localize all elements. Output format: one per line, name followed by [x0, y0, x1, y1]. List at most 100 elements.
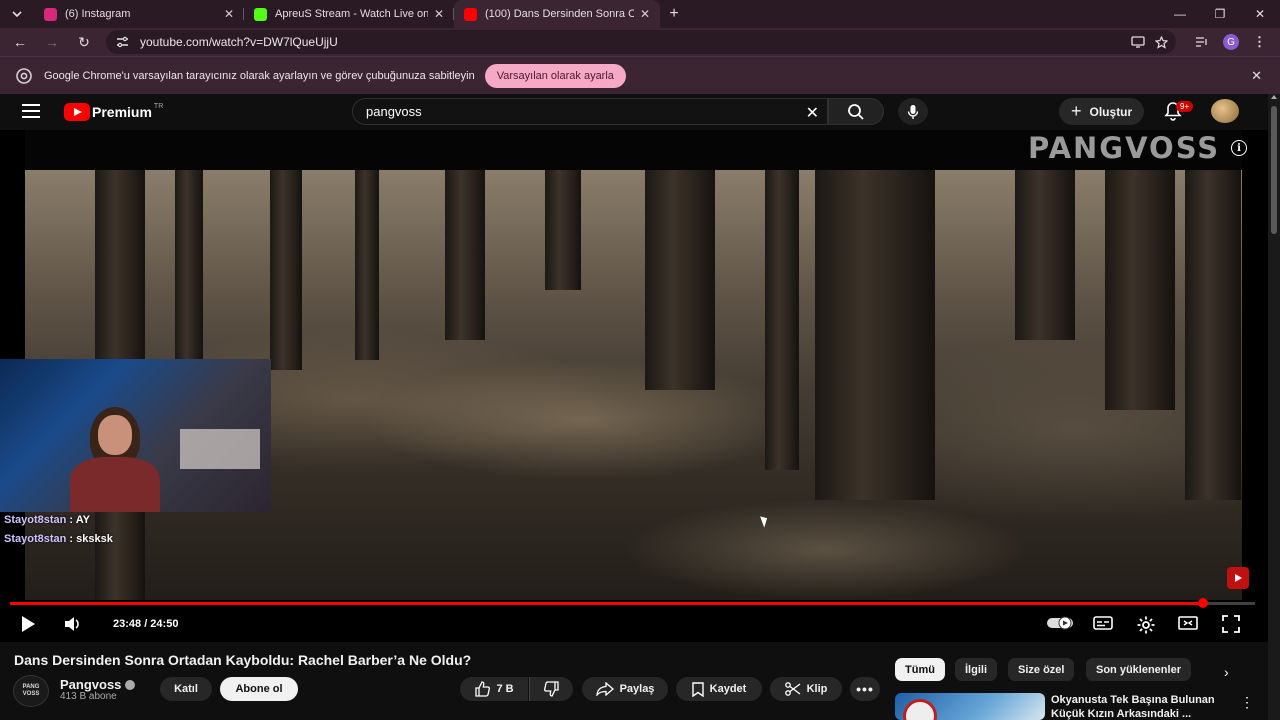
subtitles-button[interactable] — [1093, 615, 1113, 631]
clip-button[interactable]: Klip — [770, 677, 842, 701]
more-actions-button[interactable]: ••• — [850, 677, 880, 701]
media-controls-icon[interactable] — [1195, 36, 1209, 48]
close-icon[interactable]: ✕ — [224, 7, 234, 21]
search-input[interactable]: pangvoss ✕ — [352, 98, 828, 125]
set-default-button[interactable]: Varsayılan olarak ayarla — [484, 63, 626, 88]
dislike-button[interactable] — [529, 677, 573, 701]
chip-recently-uploaded[interactable]: Son yüklenenler — [1086, 658, 1191, 681]
logo-region: TR — [153, 102, 164, 110]
tab-instagram[interactable]: (6) Instagram ✕ — [34, 0, 244, 28]
youtube-icon — [464, 7, 477, 21]
progress-scrubber[interactable] — [1197, 598, 1208, 608]
page-scrollbar[interactable] — [1268, 94, 1280, 720]
close-window-icon[interactable]: ✕ — [1240, 0, 1280, 28]
clip-label: Klip — [806, 683, 828, 695]
like-button[interactable]: 7 B — [460, 677, 528, 701]
recommendation-thumbnail[interactable] — [895, 693, 1045, 720]
play-button[interactable] — [20, 615, 36, 633]
progress-bar[interactable] — [10, 598, 1255, 608]
time-display: 23:48 / 24:50 — [113, 618, 179, 630]
close-icon[interactable]: ✕ — [434, 7, 444, 21]
settings-button[interactable] — [1136, 615, 1156, 635]
default-browser-infobar: Google Chrome'u varsayılan tarayıcınız o… — [0, 56, 1280, 94]
more-menu-icon[interactable]: ⋮ — [1253, 35, 1266, 48]
info-icon[interactable]: i — [1231, 140, 1247, 156]
progress-fill — [10, 602, 1203, 605]
chip-all[interactable]: Tümü — [895, 658, 945, 681]
maximize-icon[interactable]: ❐ — [1200, 0, 1240, 28]
share-label: Paylaş — [619, 683, 655, 695]
youtube-header: Premium TR pangvoss ✕ + Oluştur 9+ — [0, 94, 1268, 130]
scroll-up-arrow-icon[interactable] — [1271, 95, 1277, 99]
close-icon[interactable]: ✕ — [1251, 68, 1262, 84]
channel-avatar[interactable]: PANG VOSS — [13, 675, 49, 707]
search-button[interactable] — [828, 98, 884, 125]
tab-kick[interactable]: ApreuS Stream - Watch Live on ✕ — [244, 0, 454, 28]
video-player[interactable]: PANGVOSS i Stayot8stan : AY Stayot8stan … — [0, 130, 1268, 642]
kick-icon — [254, 7, 267, 21]
profile-avatar[interactable]: G — [1223, 34, 1239, 50]
chip-label: Size özel — [1018, 663, 1065, 676]
channel-name[interactable]: Pangvoss — [60, 677, 136, 692]
theater-mode-icon — [1178, 616, 1198, 630]
subscribe-label: Abone ol — [235, 683, 283, 695]
bookmark-star-icon[interactable] — [1155, 35, 1168, 49]
chevron-right-icon[interactable]: › — [1224, 664, 1229, 680]
video-top-band: PANGVOSS — [25, 130, 1242, 170]
clear-search-icon[interactable]: ✕ — [806, 103, 819, 123]
reload-button[interactable]: ↻ — [68, 34, 100, 51]
fullscreen-button[interactable] — [1222, 615, 1240, 633]
streamer-webcam-overlay — [0, 359, 271, 512]
theater-mode-button[interactable] — [1178, 615, 1198, 631]
player-controls: 23:48 / 24:50 — [0, 608, 1268, 642]
save-button[interactable]: Kaydet — [676, 677, 762, 701]
channel-branding-icon[interactable] — [1227, 567, 1249, 589]
instagram-icon — [44, 7, 57, 21]
search-query: pangvoss — [366, 104, 422, 119]
join-button[interactable]: Katıl — [160, 677, 212, 701]
share-arrow-icon — [595, 682, 614, 696]
tab-label: ApreuS Stream - Watch Live on — [275, 8, 428, 20]
thumbs-up-icon — [474, 681, 491, 697]
join-label: Katıl — [174, 683, 198, 695]
address-bar[interactable]: youtube.com/watch?v=DW7lQueUjjU — [106, 30, 1176, 54]
chat-message: Stayot8stan : AY — [4, 514, 91, 526]
create-button[interactable]: + Oluştur — [1059, 98, 1145, 125]
logo-text: Premium — [92, 104, 152, 120]
channel-name-text: Pangvoss — [60, 677, 122, 692]
recommendation-title[interactable]: Okyanusta Tek Başına Bulunan Küçük Kızın… — [1051, 693, 1231, 720]
browser-toolbar: ← → ↻ youtube.com/watch?v=DW7lQueUjjU G … — [0, 28, 1280, 56]
share-button[interactable]: Paylaş — [582, 677, 668, 701]
video-title: Dans Dersinden Sonra Ortadan Kayboldu: R… — [14, 652, 472, 668]
tab-youtube[interactable]: (100) Dans Dersinden Sonra Or ✕ — [454, 0, 660, 28]
volume-button[interactable] — [64, 615, 82, 633]
menu-icon[interactable] — [22, 104, 40, 122]
youtube-logo[interactable]: Premium TR — [64, 103, 163, 121]
site-info-icon[interactable] — [116, 36, 129, 48]
new-tab-button[interactable]: + — [660, 5, 688, 23]
close-icon[interactable]: ✕ — [640, 7, 650, 21]
scrollbar-thumb[interactable] — [1271, 106, 1277, 234]
account-avatar[interactable] — [1211, 99, 1239, 123]
voice-search-button[interactable] — [898, 98, 928, 125]
cast-icon[interactable] — [1131, 36, 1145, 48]
volume-icon — [65, 617, 79, 631]
thumbs-down-icon — [543, 681, 559, 697]
tab-search-button[interactable] — [0, 0, 34, 28]
chat-text: sksksk — [76, 533, 113, 545]
forward-button[interactable]: → — [36, 34, 68, 50]
search-icon — [848, 103, 864, 120]
chip-label: Tümü — [905, 663, 935, 676]
minimize-icon[interactable]: — — [1160, 0, 1200, 28]
like-count: 7 B — [496, 683, 514, 695]
autoplay-toggle[interactable] — [1046, 615, 1074, 631]
back-button[interactable]: ← — [4, 34, 36, 50]
subscribe-button[interactable]: Abone ol — [220, 677, 298, 701]
chip-for-you[interactable]: Size özel — [1008, 658, 1075, 681]
chip-related[interactable]: İlgili — [955, 658, 997, 681]
subtitles-icon — [1093, 616, 1113, 630]
more-vertical-icon[interactable]: ⋮ — [1240, 694, 1254, 711]
scissors-icon — [784, 682, 801, 696]
chat-username: Stayot8stan — [4, 533, 67, 545]
verified-badge-icon — [125, 679, 136, 690]
